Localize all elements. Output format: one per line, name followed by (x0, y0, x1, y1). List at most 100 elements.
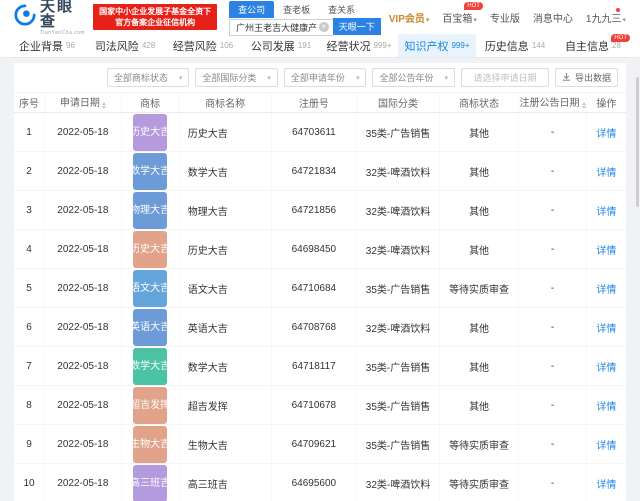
content-area: 全部商标状态 ▾ 全部国际分类 ▾ 全部申请年份 ▾ 全部公告年份 ▾ 请选择申请日期 导出数据 … (0, 58, 640, 501)
trademark-badge[interactable]: 超吉发挥 (130, 386, 170, 424)
nav-tab[interactable]: 司法风险 428 (86, 34, 164, 57)
table-row: 3 2022-05-18 物理大吉 物理大吉 64721856 32类-啤酒饮料 其他 - 详情 (14, 190, 626, 230)
registration-no-cell: 64721856 (271, 190, 358, 230)
detail-link[interactable]: 详情 (596, 246, 616, 257)
apply-date-cell: 2022-05-18 (44, 424, 122, 464)
detail-link[interactable]: 详情 (596, 168, 616, 179)
nav-tab-label: 自主信息 (565, 40, 610, 53)
nav-tab[interactable]: 公司发展 191 (242, 34, 320, 57)
trademark-badge[interactable]: 历史大吉 (130, 113, 170, 151)
menu-item[interactable]: 1九九三▾ (586, 7, 626, 25)
nav-tab[interactable]: 知识产权 999+ (398, 34, 476, 57)
nav-tab[interactable]: 企业背景 96 (8, 34, 86, 57)
menu-item[interactable]: 百宝箱▾ HOT (442, 1, 483, 25)
export-data-button[interactable]: 导出数据 (554, 68, 618, 87)
trademark-badge[interactable]: 物理大吉 (130, 191, 170, 229)
top-menu: VIP会员▾ 百宝箱▾ HOT 专业版 消息中心 1九九三▾ (389, 1, 630, 25)
filter-select[interactable]: 全部国际分类 ▾ (195, 68, 278, 87)
nav-tab[interactable]: 经营状况 999+ (320, 34, 398, 57)
trademark-badge[interactable]: 高三班吉 (130, 464, 170, 501)
trademark-badge[interactable]: 英语大吉 (130, 308, 170, 346)
caret-down-icon: ▾ (622, 16, 626, 24)
intl-class-cell: 32类-啤酒饮料 (356, 151, 440, 191)
trademark-badge[interactable]: 历史大吉 (130, 230, 170, 268)
trademark-table: 序号 申请日期 商标 商标名称 注册号 国际分类 商标状态 注册公告日期 操作 1 2022-05… (14, 92, 626, 501)
intl-class-cell: 35类-广告销售 (356, 346, 440, 386)
menu-item[interactable]: 专业版 (490, 10, 520, 25)
registration-no-cell: 64695600 (271, 463, 358, 501)
trademark-badge[interactable]: 生物大吉 (130, 425, 170, 463)
action-cell: 详情 (586, 112, 626, 152)
nav-tab[interactable]: 历史信息 144 (476, 34, 554, 57)
search-button[interactable]: 天眼一下 (332, 18, 381, 35)
apply-date-range-input[interactable]: 请选择申请日期 (460, 68, 549, 87)
filter-select[interactable]: 全部申请年份 ▾ (283, 68, 367, 87)
intl-class-cell: 32类-啤酒饮料 (356, 229, 440, 269)
filter-select[interactable]: 全部公告年份 ▾ (372, 68, 455, 87)
action-cell: 详情 (586, 463, 626, 501)
column-header-label: 注册公告日期 (519, 98, 580, 109)
intl-class-cell: 32类-啤酒饮料 (356, 190, 440, 230)
nav-tab[interactable]: 经营风险 106 (164, 34, 242, 57)
trademark-badge[interactable]: 语文大吉 (130, 269, 170, 307)
search-tab[interactable]: 查老板 (274, 1, 319, 18)
hot-badge: HOT (611, 34, 630, 42)
detail-link[interactable]: 详情 (596, 363, 616, 374)
nav-tab-count: 999+ (451, 41, 470, 50)
nav-tab-count: 96 (66, 41, 75, 50)
column-header-label: 注册号 (298, 99, 329, 110)
action-cell: 详情 (586, 190, 626, 230)
search-tab[interactable]: 查公司 (229, 1, 275, 18)
trademark-name-cell: 物理大吉 (179, 190, 272, 230)
tianyancha-logo[interactable]: 天眼查 TianYanCha.com (14, 0, 85, 36)
clear-input-icon[interactable]: × (318, 21, 329, 32)
detail-link[interactable]: 详情 (596, 480, 616, 491)
top-header: 天眼查 TianYanCha.com 国家中小企业发展子基金全资下 官方备案企业… (0, 0, 640, 36)
filter-select[interactable]: 全部商标状态 ▾ (106, 68, 190, 87)
column-header: 商标名称 (179, 92, 272, 113)
publish-date-cell: - (518, 112, 587, 152)
row-index-cell: 6 (14, 307, 46, 347)
detail-link[interactable]: 详情 (596, 441, 616, 452)
caret-down-icon: ▾ (267, 74, 271, 82)
column-header[interactable]: 申请日期 (44, 92, 122, 113)
detail-link[interactable]: 详情 (596, 402, 616, 413)
publish-date-cell: - (518, 307, 587, 347)
detail-link[interactable]: 详情 (596, 129, 616, 140)
trademark-image-cell: 语文大吉 (121, 268, 180, 308)
apply-date-cell: 2022-05-18 (44, 463, 122, 501)
apply-date-cell: 2022-05-18 (44, 307, 122, 347)
trademark-image-cell: 英语大吉 (121, 307, 180, 347)
trademark-name-cell: 英语大吉 (179, 307, 272, 347)
trademark-badge[interactable]: 数学大吉 (130, 347, 170, 385)
column-header-label: 商标状态 (459, 99, 500, 110)
caret-down-icon: ▾ (425, 16, 430, 24)
sort-down-arrow (581, 106, 586, 111)
table-row: 2 2022-05-18 数学大吉 数学大吉 64721834 32类-啤酒饮料 其他 - 详情 (14, 151, 626, 191)
menu-item[interactable]: VIP会员▾ (389, 10, 430, 25)
official-certification-banner: 国家中小企业发展子基金全资下 官方备案企业征信机构 (93, 4, 218, 30)
trademark-badge[interactable]: 数学大吉 (130, 152, 170, 190)
column-header-label: 国际分类 (377, 99, 418, 110)
column-header: 商标 (121, 92, 180, 113)
logo-text: 天眼查 (40, 0, 75, 30)
nav-tab-count: 144 (531, 41, 546, 50)
publish-date-cell: - (518, 190, 587, 230)
menu-item[interactable]: 消息中心 (533, 10, 573, 25)
nav-tab[interactable]: 自主信息 28 HOT (554, 34, 632, 57)
column-header[interactable]: 注册公告日期 (518, 92, 587, 113)
detail-link[interactable]: 详情 (596, 207, 616, 218)
page-scrollbar[interactable] (636, 77, 639, 207)
publish-date-cell: - (518, 151, 587, 191)
status-cell: 其他 (439, 307, 520, 347)
detail-link[interactable]: 详情 (596, 285, 616, 296)
sort-icon[interactable] (581, 100, 586, 111)
nav-tab-label: 知识产权 (404, 40, 449, 53)
search-tab[interactable]: 查关系 (319, 1, 364, 18)
trademark-name-cell: 生物大吉 (179, 424, 272, 464)
detail-link[interactable]: 详情 (596, 324, 616, 335)
column-header-label: 操作 (596, 99, 617, 110)
apply-date-cell: 2022-05-18 (44, 385, 122, 425)
row-index-cell: 9 (14, 424, 46, 464)
sort-icon[interactable] (101, 100, 106, 111)
